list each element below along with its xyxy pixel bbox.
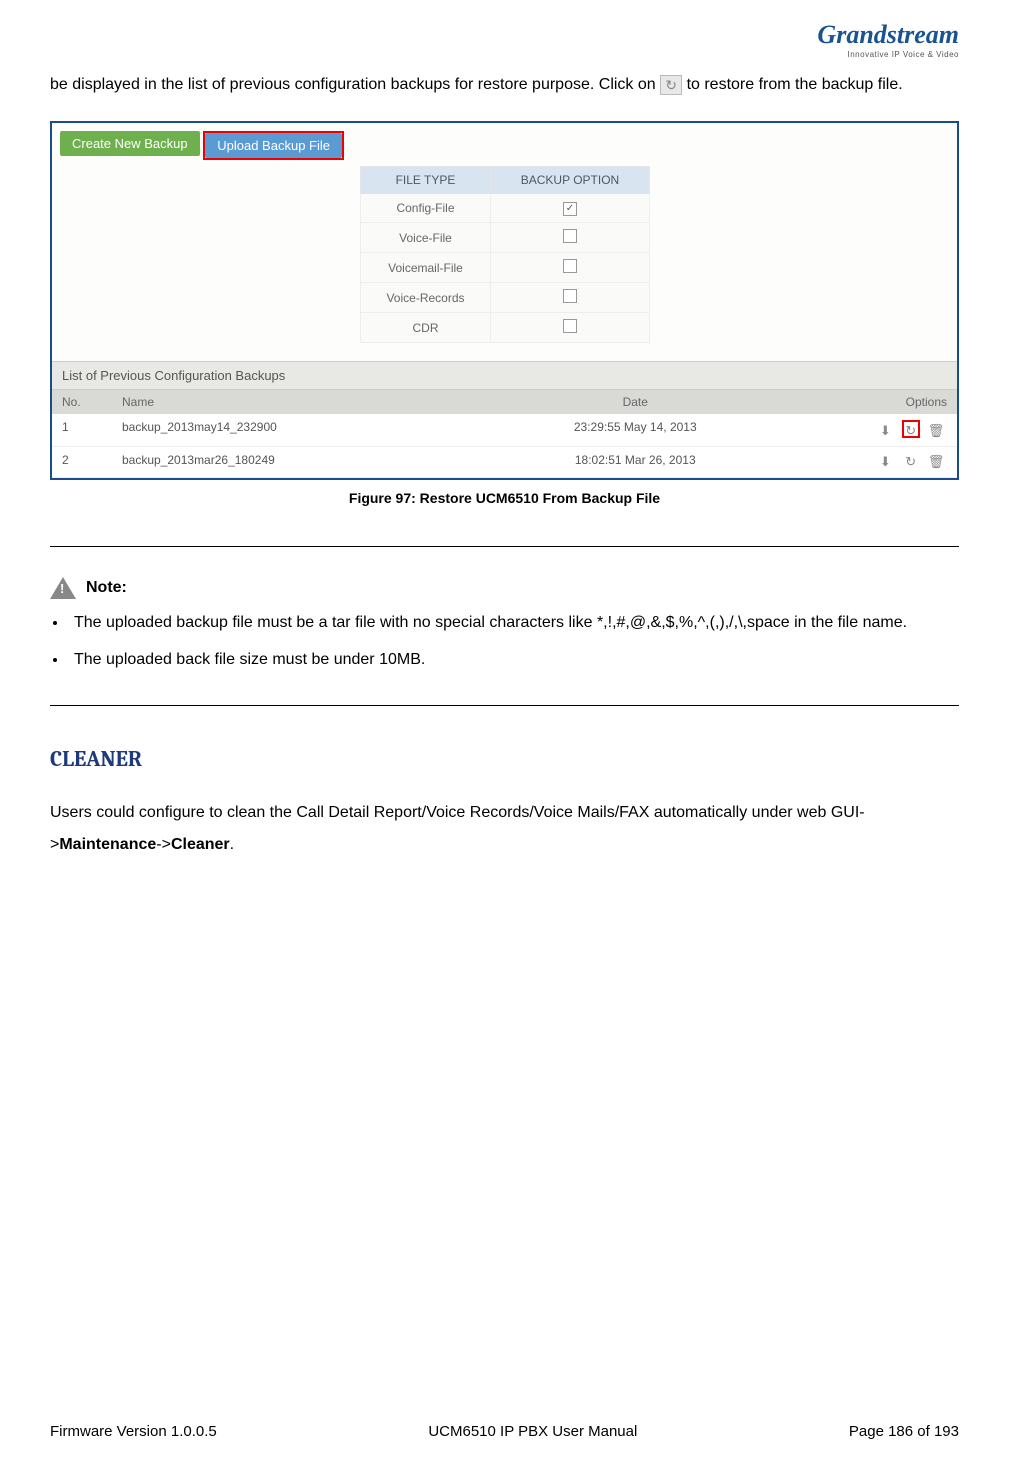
restore-icon[interactable]: ↻ [902,420,920,438]
table-row: Voice-File [360,223,649,253]
backup-row: 2 backup_2013mar26_180249 18:02:51 Mar 2… [52,447,957,478]
checkbox[interactable]: ✓ [563,202,577,216]
backup-list-title: List of Previous Configuration Backups [52,361,957,390]
intro-text-2: to restore from the backup file. [687,76,903,93]
divider [50,546,959,547]
footer-center: UCM6510 IP PBX User Manual [428,1423,637,1440]
checkbox[interactable] [563,229,577,243]
checkbox[interactable] [563,319,577,333]
file-type-label: Config-File [360,194,491,223]
file-type-label: Voice-Records [360,283,491,313]
warning-icon [50,577,76,599]
delete-icon[interactable]: 🗑 [927,422,945,440]
restore-icon[interactable]: ↻ [902,453,920,471]
row-options: ⬇ ↻ 🗑 [827,447,957,477]
create-new-backup-button[interactable]: Create New Backup [60,131,200,156]
footer-left: Firmware Version 1.0.0.5 [50,1423,217,1440]
file-type-label: CDR [360,313,491,343]
page-footer: Firmware Version 1.0.0.5 UCM6510 IP PBX … [50,1423,959,1440]
backup-list-header: No. Name Date Options [52,390,957,414]
download-icon[interactable]: ⬇ [876,422,894,440]
file-type-label: Voicemail-File [360,253,491,283]
divider [50,705,959,706]
backup-row: 1 backup_2013may14_232900 23:29:55 May 1… [52,414,957,447]
col-options: Options [827,390,957,414]
footer-right: Page 186 of 193 [849,1423,959,1440]
row-no: 2 [52,447,112,477]
col-file-type: FILE TYPE [360,167,491,194]
logo-area: Grandstream Innovative IP Voice & Video [50,20,959,59]
table-row: Config-File ✓ [360,194,649,223]
table-row: CDR [360,313,649,343]
logo-subtitle: Innovative IP Voice & Video [50,50,959,59]
upload-highlight-box: Upload Backup File [203,131,344,160]
screenshot-toolbar: Create New Backup Upload Backup File FIL… [52,123,957,361]
row-options: ⬇ ↻ 🗑 [827,414,957,446]
file-type-table: FILE TYPE BACKUP OPTION Config-File ✓ Vo… [360,166,650,343]
checkbox[interactable] [563,259,577,273]
cleaner-text-mid: -> [156,836,171,853]
row-date: 18:02:51 Mar 26, 2013 [444,447,827,477]
note-label: Note: [86,579,127,597]
intro-text-1: be displayed in the list of previous con… [50,76,660,93]
table-row: Voicemail-File [360,253,649,283]
file-type-label: Voice-File [360,223,491,253]
row-no: 1 [52,414,112,446]
checkbox[interactable] [563,289,577,303]
section-heading-cleaner: CLEANER [50,746,959,772]
table-row: Voice-Records [360,283,649,313]
row-name: backup_2013may14_232900 [112,414,444,446]
upload-backup-file-button[interactable]: Upload Backup File [205,133,342,158]
col-no: No. [52,390,112,414]
note-list: The uploaded backup file must be a tar f… [68,609,959,675]
cleaner-paragraph: Users could configure to clean the Call … [50,797,959,861]
note-item: The uploaded backup file must be a tar f… [68,609,959,638]
col-date: Date [444,390,827,414]
col-name: Name [112,390,444,414]
row-date: 23:29:55 May 14, 2013 [444,414,827,446]
cleaner-bold-2: Cleaner [171,836,230,853]
delete-icon[interactable]: 🗑 [927,453,945,471]
intro-paragraph: be displayed in the list of previous con… [50,69,959,101]
row-name: backup_2013mar26_180249 [112,447,444,477]
logo-text: Grandstream [817,20,959,50]
note-heading: Note: [50,577,959,599]
download-icon[interactable]: ⬇ [876,453,894,471]
figure-caption: Figure 97: Restore UCM6510 From Backup F… [50,490,959,506]
note-item: The uploaded back file size must be unde… [68,646,959,675]
screenshot-figure: Create New Backup Upload Backup File FIL… [50,121,959,480]
restore-icon: ↻ [660,75,682,95]
cleaner-bold-1: Maintenance [59,836,156,853]
cleaner-text-post: . [230,836,234,853]
col-backup-option: BACKUP OPTION [491,167,649,194]
